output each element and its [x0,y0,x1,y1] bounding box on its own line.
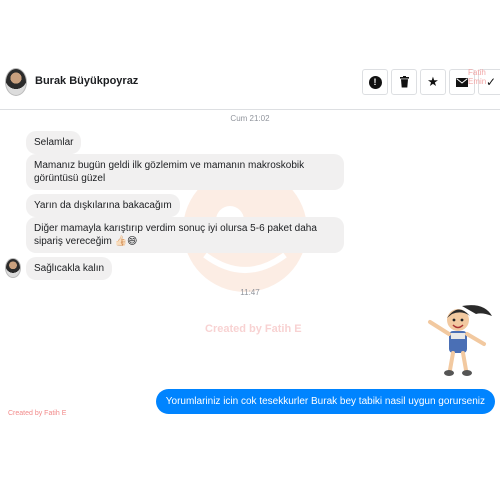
contact-avatar-small [5,258,21,278]
alert-icon: ! [368,75,382,89]
outgoing-message[interactable]: Yorumlariniz icin cok tesekkurler Burak … [155,389,495,414]
message-timestamp: Cum 21:02 [230,114,270,123]
message-timestamp: 11:47 [240,288,260,297]
watermark-text: Created by Fatih E [8,410,67,417]
incoming-message[interactable]: Diğer mamayla karıştırıp verdim sonuç iy… [26,217,344,253]
info-button[interactable]: ! [362,69,388,95]
incoming-message[interactable]: Mamanız bugün geldi ilk gözlemim ve mama… [26,154,344,190]
delete-button[interactable] [391,69,417,95]
contact-name[interactable]: Burak Büyükpoyraz [35,75,138,87]
trash-icon [399,76,409,88]
envelope-icon [456,77,468,87]
contact-avatar[interactable] [5,68,27,96]
incoming-message[interactable]: Selamlar [26,131,82,154]
minion-girl-sticker[interactable] [422,300,494,380]
watermark-text: Created by Fatih E [205,323,302,335]
incoming-message[interactable]: Yarın da dışkılarına bakacağım [26,194,180,217]
toolbar-watermark: Fatih Emin [468,68,487,86]
conversation-header: Burak Büyükpoyraz ! ★ ✓ Fatih Emin [0,52,500,110]
star-icon: ★ [427,74,439,89]
incoming-message[interactable]: Sağlıcakla kalın [26,257,113,280]
star-button[interactable]: ★ [420,69,446,95]
